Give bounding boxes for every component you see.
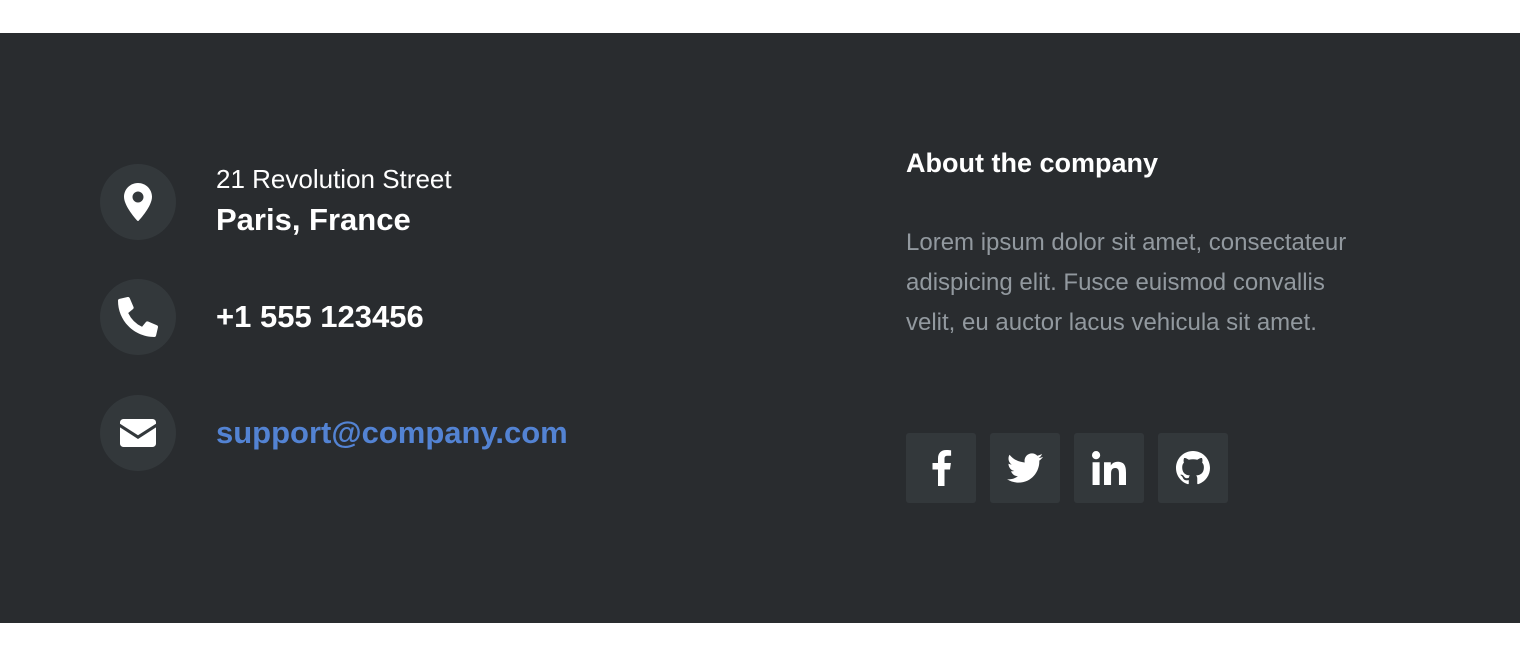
- map-marker-icon: [100, 163, 176, 240]
- footer: 21 Revolution Street Paris, France +1 55…: [0, 33, 1520, 623]
- about-text: Lorem ipsum dolor sit amet, consectateur…: [906, 229, 1347, 336]
- contact-address: 21 Revolution Street Paris, France: [100, 163, 452, 240]
- phone-number: +1 555 123456: [216, 299, 424, 334]
- contact-phone: +1 555 123456: [100, 279, 424, 355]
- linkedin-button[interactable]: [1074, 433, 1144, 503]
- address-text: 21 Revolution Street Paris, France: [216, 163, 452, 240]
- github-icon: [1176, 451, 1210, 485]
- envelope-icon: [100, 395, 176, 471]
- phone-icon: [100, 279, 176, 355]
- phone-text: +1 555 123456: [216, 299, 424, 335]
- facebook-icon: [932, 450, 952, 486]
- twitter-button[interactable]: [990, 433, 1060, 503]
- twitter-icon: [1007, 453, 1043, 483]
- email-link[interactable]: support@company.com: [216, 415, 568, 450]
- address-city: Paris, France: [216, 202, 411, 237]
- github-button[interactable]: [1158, 433, 1228, 503]
- social-links: [906, 433, 1242, 503]
- linkedin-icon: [1092, 451, 1126, 485]
- about-title: About the company: [906, 148, 1159, 178]
- address-street: 21 Revolution Street: [216, 164, 452, 194]
- facebook-button[interactable]: [906, 433, 976, 503]
- email-text: support@company.com: [216, 415, 568, 451]
- contact-email: support@company.com: [100, 395, 568, 471]
